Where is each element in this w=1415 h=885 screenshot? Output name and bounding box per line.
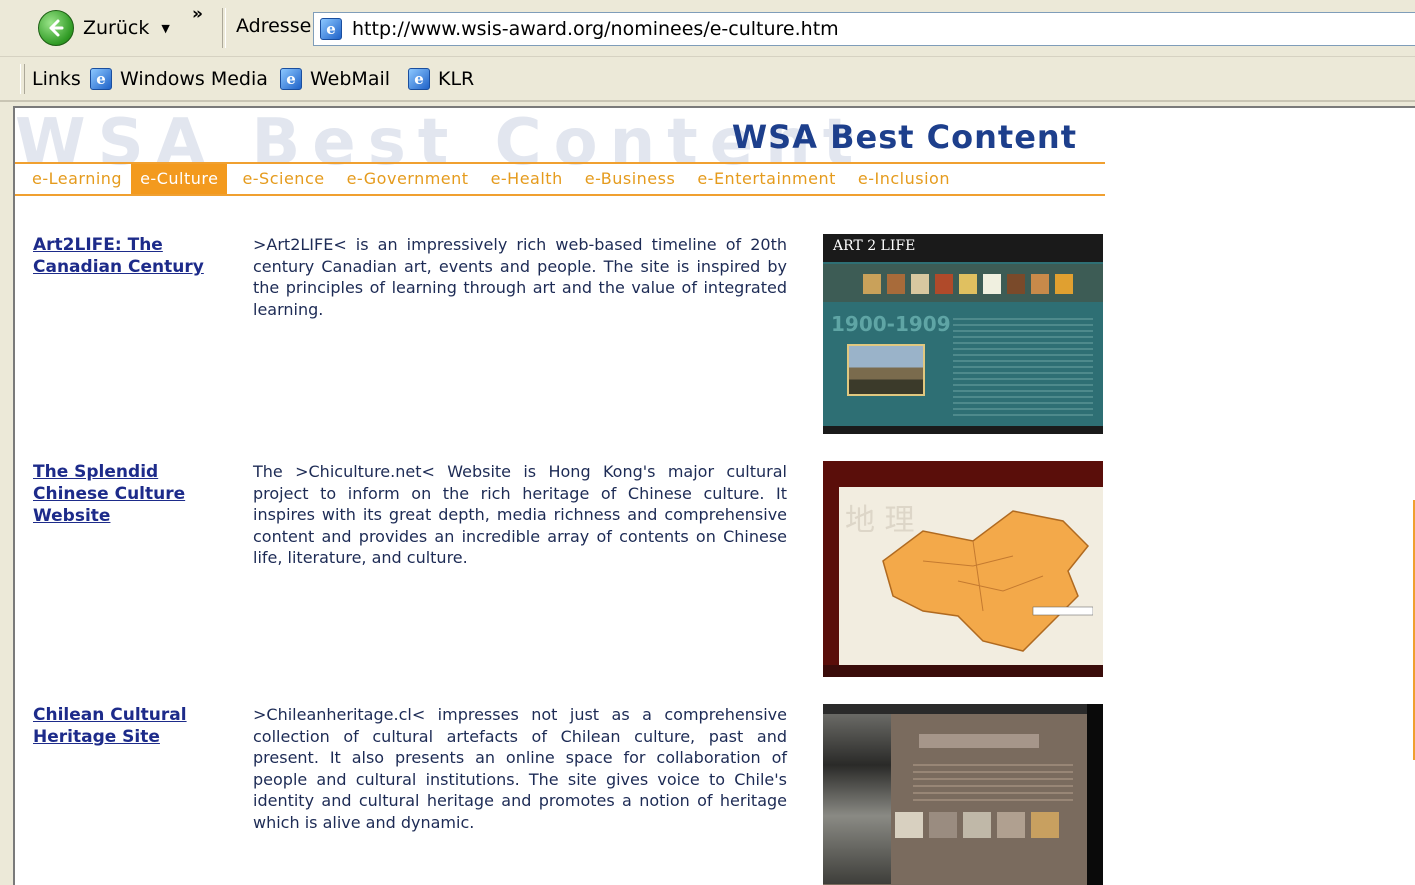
site-banner: WSA Best Content WSA Best Content [15,108,1105,180]
toolbar-separator [222,8,226,48]
nav-e-learning[interactable]: e-Learning [23,164,131,194]
thumb-cell [959,274,977,294]
thumb-text [913,764,1073,804]
thumb-tile [895,812,923,838]
thumb-header [823,461,1103,487]
back-label: Zurück [83,17,150,39]
link-windows-media[interactable]: e Windows Media [90,64,268,94]
address-field[interactable]: e http://www.wsis-award.org/nominees/e-c… [313,12,1415,46]
thumb-tile [1031,812,1059,838]
link-webmail[interactable]: e WebMail [280,64,390,94]
address-url: http://www.wsis-award.org/nominees/e-cul… [352,18,839,40]
nominee-link-art2life[interactable]: Art2LIFE: The Canadian Century [33,234,223,278]
back-arrow-icon [38,10,74,46]
nominee-link-chileanheritage[interactable]: Chilean Cultural Heritage Site [33,704,223,748]
banner-title: WSA Best Content [731,118,1077,156]
back-dropdown-icon[interactable]: ▼ [161,22,169,35]
more-toolbar-chevron[interactable]: » [192,4,203,24]
link-label: KLR [438,68,475,90]
thumb-cell [887,274,905,294]
thumb-header [823,704,1103,714]
thumb-text [953,318,1093,418]
nav-e-health[interactable]: e-Health [482,164,572,194]
china-map-image [882,510,1093,652]
thumb-painting [847,344,925,396]
back-button[interactable]: Zurück ▼ [38,10,170,46]
thumb-cell [1031,274,1049,294]
nav-e-government[interactable]: e-Government [338,164,478,194]
page-icon: e [320,18,342,40]
thumb-year: 1900-1909 [831,312,951,336]
thumb-dark-edge [1087,704,1103,885]
nominee-description: >Chileanheritage.cl< impresses not just … [253,705,787,832]
thumb-cell [911,274,929,294]
page-viewport: WSA Best Content WSA Best Content e-Lear… [13,106,1415,885]
thumb-cell [1007,274,1025,294]
thumb-tile [963,812,991,838]
address-label: Adresse [236,15,312,37]
link-label: Windows Media [120,68,268,90]
links-label: Links [32,68,81,90]
nav-e-entertainment[interactable]: e-Entertainment [688,164,845,194]
ie-page-icon: e [408,68,430,90]
nav-e-business[interactable]: e-Business [576,164,685,194]
nominee-description: >Art2LIFE< is an impressively rich web-b… [253,235,787,319]
ie-page-icon: e [280,68,302,90]
nominee-screenshot[interactable] [823,704,1103,885]
nav-e-culture[interactable]: e-Culture [131,164,228,194]
thumb-footer [823,426,1103,434]
nominee-link-chiculture[interactable]: The Splendid Chinese Culture Website [33,461,223,527]
link-label: WebMail [310,68,391,90]
nav-e-science[interactable]: e-Science [233,164,333,194]
thumb-family-photo [823,714,891,884]
nav-e-inclusion[interactable]: e-Inclusion [849,164,959,194]
nominee-description: The >Chiculture.net< Website is Hong Kon… [253,462,787,568]
thumb-cell [863,274,881,294]
ie-page-icon: e [90,68,112,90]
thumb-logo: ART 2 LIFE [833,238,916,254]
address-toolbar: Zurück ▼ » Adresse e http://www.wsis-awa… [0,0,1415,57]
thumb-cell [1055,274,1073,294]
category-nav: e-Learning e-Culture e-Science e-Governm… [15,162,1105,196]
thumb-cell [983,274,1001,294]
thumb-cell [935,274,953,294]
thumb-tile [929,812,957,838]
thumb-heading [919,734,1039,748]
thumb-footer [823,665,1103,677]
toolbar-grip[interactable] [20,64,25,94]
thumb-tile [997,812,1025,838]
link-klr[interactable]: e KLR [408,64,474,94]
nominee-screenshot[interactable]: 地 理 [823,461,1103,677]
nominee-screenshot[interactable]: ART 2 LIFE 1900-1909 [823,234,1103,434]
thumb-sidebar [823,487,839,677]
